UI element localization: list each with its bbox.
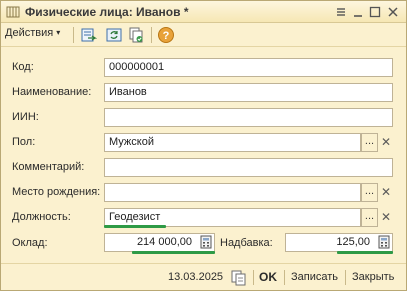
birthplace-select-button[interactable]: ... [361, 183, 378, 202]
refresh-icon[interactable] [105, 26, 123, 44]
name-label: Наименование: [12, 86, 92, 98]
chevron-down-icon: ▾ [56, 28, 61, 37]
minimize-icon[interactable] [351, 5, 365, 19]
bonus-highlight-underline [337, 251, 393, 254]
code-input[interactable]: 000000001 [104, 58, 393, 77]
footer-divider [284, 270, 285, 285]
birthplace-select[interactable] [104, 183, 361, 202]
save-button[interactable]: Записать [291, 271, 338, 283]
salary-label: Оклад: [12, 237, 48, 249]
close-button[interactable]: Закрыть [352, 271, 394, 283]
actions-label: Действия [5, 27, 54, 39]
ok-button[interactable]: OK [259, 270, 277, 284]
document-date: 13.03.2025 [168, 271, 224, 283]
gender-clear-icon[interactable]: ✕ [379, 133, 393, 152]
toolbar-divider [151, 27, 152, 43]
comment-label: Комментарий: [12, 161, 85, 173]
title-bar: Физические лица: Иванов * [1, 1, 406, 23]
form-icon [6, 6, 20, 18]
close-icon[interactable] [386, 5, 400, 19]
gender-label: Пол: [12, 136, 36, 148]
toolbar: Действия ▾ ? [1, 23, 406, 47]
position-label: Должность: [12, 211, 71, 223]
copy-document-icon[interactable] [230, 269, 248, 287]
actions-menu-button[interactable]: Действия ▾ [5, 27, 60, 43]
actions-menu-icon[interactable] [334, 5, 348, 19]
calculator-icon[interactable] [199, 235, 213, 249]
copy-icon[interactable] [127, 26, 145, 44]
iin-input[interactable] [104, 108, 393, 127]
iin-label: ИИН: [12, 111, 39, 123]
help-icon[interactable]: ? [157, 26, 175, 44]
footer-divider [345, 270, 346, 285]
birthplace-label: Место рождения: [12, 186, 101, 198]
footer-bar: 13.03.2025 OK Записать Закрыть [1, 263, 406, 290]
form-window: Физические лица: Иванов * Действия ▾ ? К… [0, 0, 407, 291]
calculator-icon[interactable] [377, 235, 391, 249]
bonus-label: Надбавка: [220, 237, 273, 249]
gender-select[interactable]: Мужской [104, 133, 361, 152]
maximize-icon[interactable] [368, 5, 382, 19]
birthplace-clear-icon[interactable]: ✕ [379, 183, 393, 202]
salary-highlight-underline [132, 251, 215, 254]
help-glyph: ? [163, 30, 170, 42]
save-to-list-icon[interactable] [79, 26, 97, 44]
position-highlight-underline [104, 225, 166, 228]
comment-input[interactable] [104, 158, 393, 177]
window-title: Физические лица: Иванов * [25, 5, 189, 19]
toolbar-divider [73, 27, 74, 43]
gender-select-button[interactable]: ... [361, 133, 378, 152]
position-select-button[interactable]: ... [361, 208, 378, 227]
name-input[interactable]: Иванов [104, 83, 393, 102]
position-clear-icon[interactable]: ✕ [379, 208, 393, 227]
code-label: Код: [12, 61, 34, 73]
footer-divider [253, 270, 254, 285]
